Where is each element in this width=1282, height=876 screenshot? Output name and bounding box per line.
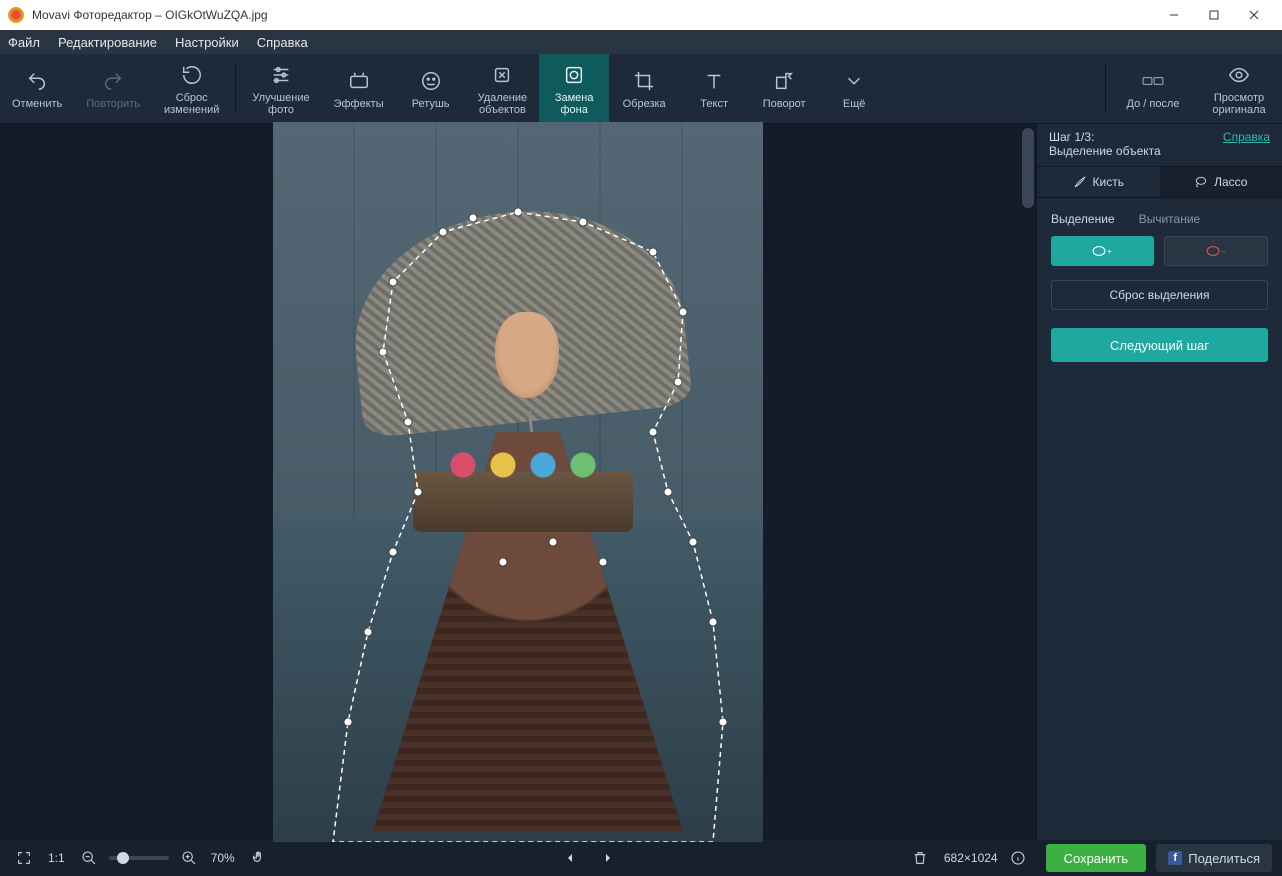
zoom-out-button[interactable] bbox=[75, 844, 103, 872]
text-icon bbox=[703, 68, 725, 94]
workspace: Шаг 1/3: Выделение объекта Справка Кисть… bbox=[0, 124, 1282, 840]
save-button[interactable]: Сохранить bbox=[1046, 844, 1147, 872]
erase-icon bbox=[491, 62, 513, 88]
next-button[interactable] bbox=[594, 844, 622, 872]
reset-selection-button[interactable]: Сброс выделения bbox=[1051, 280, 1268, 310]
selection-tool-tabs: Кисть Лассо bbox=[1037, 166, 1282, 198]
tab-brush[interactable]: Кисть bbox=[1037, 167, 1160, 197]
canvas[interactable] bbox=[273, 122, 763, 842]
sliders-icon bbox=[270, 62, 292, 88]
eye-icon bbox=[1228, 62, 1250, 88]
subtract-selection-button[interactable]: − bbox=[1164, 236, 1269, 266]
object-removal-button[interactable]: Удаление объектов bbox=[466, 54, 540, 123]
sparkle-icon bbox=[348, 68, 370, 94]
image-dimensions: 682×1024 bbox=[944, 851, 998, 865]
next-step-button[interactable]: Следующий шаг bbox=[1051, 328, 1268, 362]
undo-button[interactable]: Отменить bbox=[0, 54, 74, 123]
menubar: Файл Редактирование Настройки Справка bbox=[0, 30, 1282, 54]
svg-text:+: + bbox=[1107, 247, 1112, 256]
before-after-button[interactable]: До / после bbox=[1110, 54, 1196, 123]
brush-icon bbox=[1073, 175, 1087, 189]
app-icon bbox=[8, 7, 24, 23]
file-name: OIGkOtWuZQA.jpg bbox=[165, 8, 267, 22]
titlebar: Movavi Фоторедактор – OIGkOtWuZQA.jpg bbox=[0, 0, 1282, 30]
help-link[interactable]: Справка bbox=[1223, 130, 1270, 144]
undo-icon bbox=[26, 68, 48, 94]
photo-basket bbox=[413, 472, 633, 532]
zoom-value: 70% bbox=[211, 851, 235, 865]
chevron-down-icon bbox=[843, 68, 865, 94]
background-replace-button[interactable]: Замена фона bbox=[539, 54, 609, 123]
zoom-slider[interactable] bbox=[109, 856, 169, 860]
close-button[interactable] bbox=[1234, 0, 1274, 30]
compare-icon bbox=[1142, 68, 1164, 94]
app-name: Movavi Фоторедактор bbox=[32, 8, 152, 22]
tab-lasso[interactable]: Лассо bbox=[1160, 167, 1282, 197]
text-button[interactable]: Текст bbox=[679, 54, 749, 123]
vertical-scrollbar[interactable] bbox=[1022, 128, 1034, 208]
menu-settings[interactable]: Настройки bbox=[175, 35, 239, 50]
lasso-minus-icon: − bbox=[1205, 243, 1227, 259]
reset-icon bbox=[181, 62, 203, 88]
step-indicator: Шаг 1/3: bbox=[1049, 130, 1161, 144]
menu-file[interactable]: Файл bbox=[8, 35, 40, 50]
share-button[interactable]: f Поделиться bbox=[1156, 844, 1272, 872]
history-nav bbox=[556, 844, 622, 872]
zoom-in-button[interactable] bbox=[175, 844, 203, 872]
rotate-icon bbox=[773, 68, 795, 94]
menu-edit[interactable]: Редактирование bbox=[58, 35, 157, 50]
face-icon bbox=[420, 68, 442, 94]
step-title: Выделение объекта bbox=[1049, 144, 1161, 158]
lasso-plus-icon: + bbox=[1091, 243, 1113, 259]
crop-icon bbox=[633, 68, 655, 94]
pan-button[interactable] bbox=[245, 844, 273, 872]
canvas-area[interactable] bbox=[0, 124, 1036, 840]
mode-select-label[interactable]: Выделение bbox=[1051, 212, 1115, 226]
lasso-icon bbox=[1194, 175, 1208, 189]
view-original-button[interactable]: Просмотр оригинала bbox=[1196, 54, 1282, 123]
add-selection-button[interactable]: + bbox=[1051, 236, 1154, 266]
prev-button[interactable] bbox=[556, 844, 584, 872]
minimize-button[interactable] bbox=[1154, 0, 1194, 30]
enhance-button[interactable]: Улучшение фото bbox=[240, 54, 321, 123]
photo-person bbox=[463, 312, 593, 832]
right-panel: Шаг 1/3: Выделение объекта Справка Кисть… bbox=[1036, 124, 1282, 840]
background-icon bbox=[563, 62, 585, 88]
retouch-button[interactable]: Ретушь bbox=[396, 54, 466, 123]
toolbar: Отменить Повторить Сброс изменений Улучш… bbox=[0, 54, 1282, 124]
maximize-button[interactable] bbox=[1194, 0, 1234, 30]
redo-icon bbox=[102, 68, 124, 94]
crop-button[interactable]: Обрезка bbox=[609, 54, 679, 123]
more-button[interactable]: Ещё bbox=[819, 54, 889, 123]
rotate-button[interactable]: Поворот bbox=[749, 54, 819, 123]
effects-button[interactable]: Эффекты bbox=[322, 54, 396, 123]
window-title: Movavi Фоторедактор – OIGkOtWuZQA.jpg bbox=[32, 8, 1154, 22]
zoom-ratio[interactable]: 1:1 bbox=[48, 851, 65, 865]
mode-subtract-label[interactable]: Вычитание bbox=[1139, 212, 1201, 226]
svg-text:−: − bbox=[1221, 247, 1226, 256]
facebook-icon: f bbox=[1168, 851, 1182, 865]
redo-button[interactable]: Повторить bbox=[74, 54, 152, 123]
reset-button[interactable]: Сброс изменений bbox=[152, 54, 231, 123]
statusbar: 1:1 70% 682×1024 Сохранить f Поделиться bbox=[0, 840, 1282, 876]
delete-button[interactable] bbox=[906, 844, 934, 872]
selection-mode-labels: Выделение Вычитание bbox=[1037, 198, 1282, 236]
menu-help[interactable]: Справка bbox=[257, 35, 308, 50]
fullscreen-button[interactable] bbox=[10, 844, 38, 872]
info-button[interactable] bbox=[1004, 844, 1032, 872]
